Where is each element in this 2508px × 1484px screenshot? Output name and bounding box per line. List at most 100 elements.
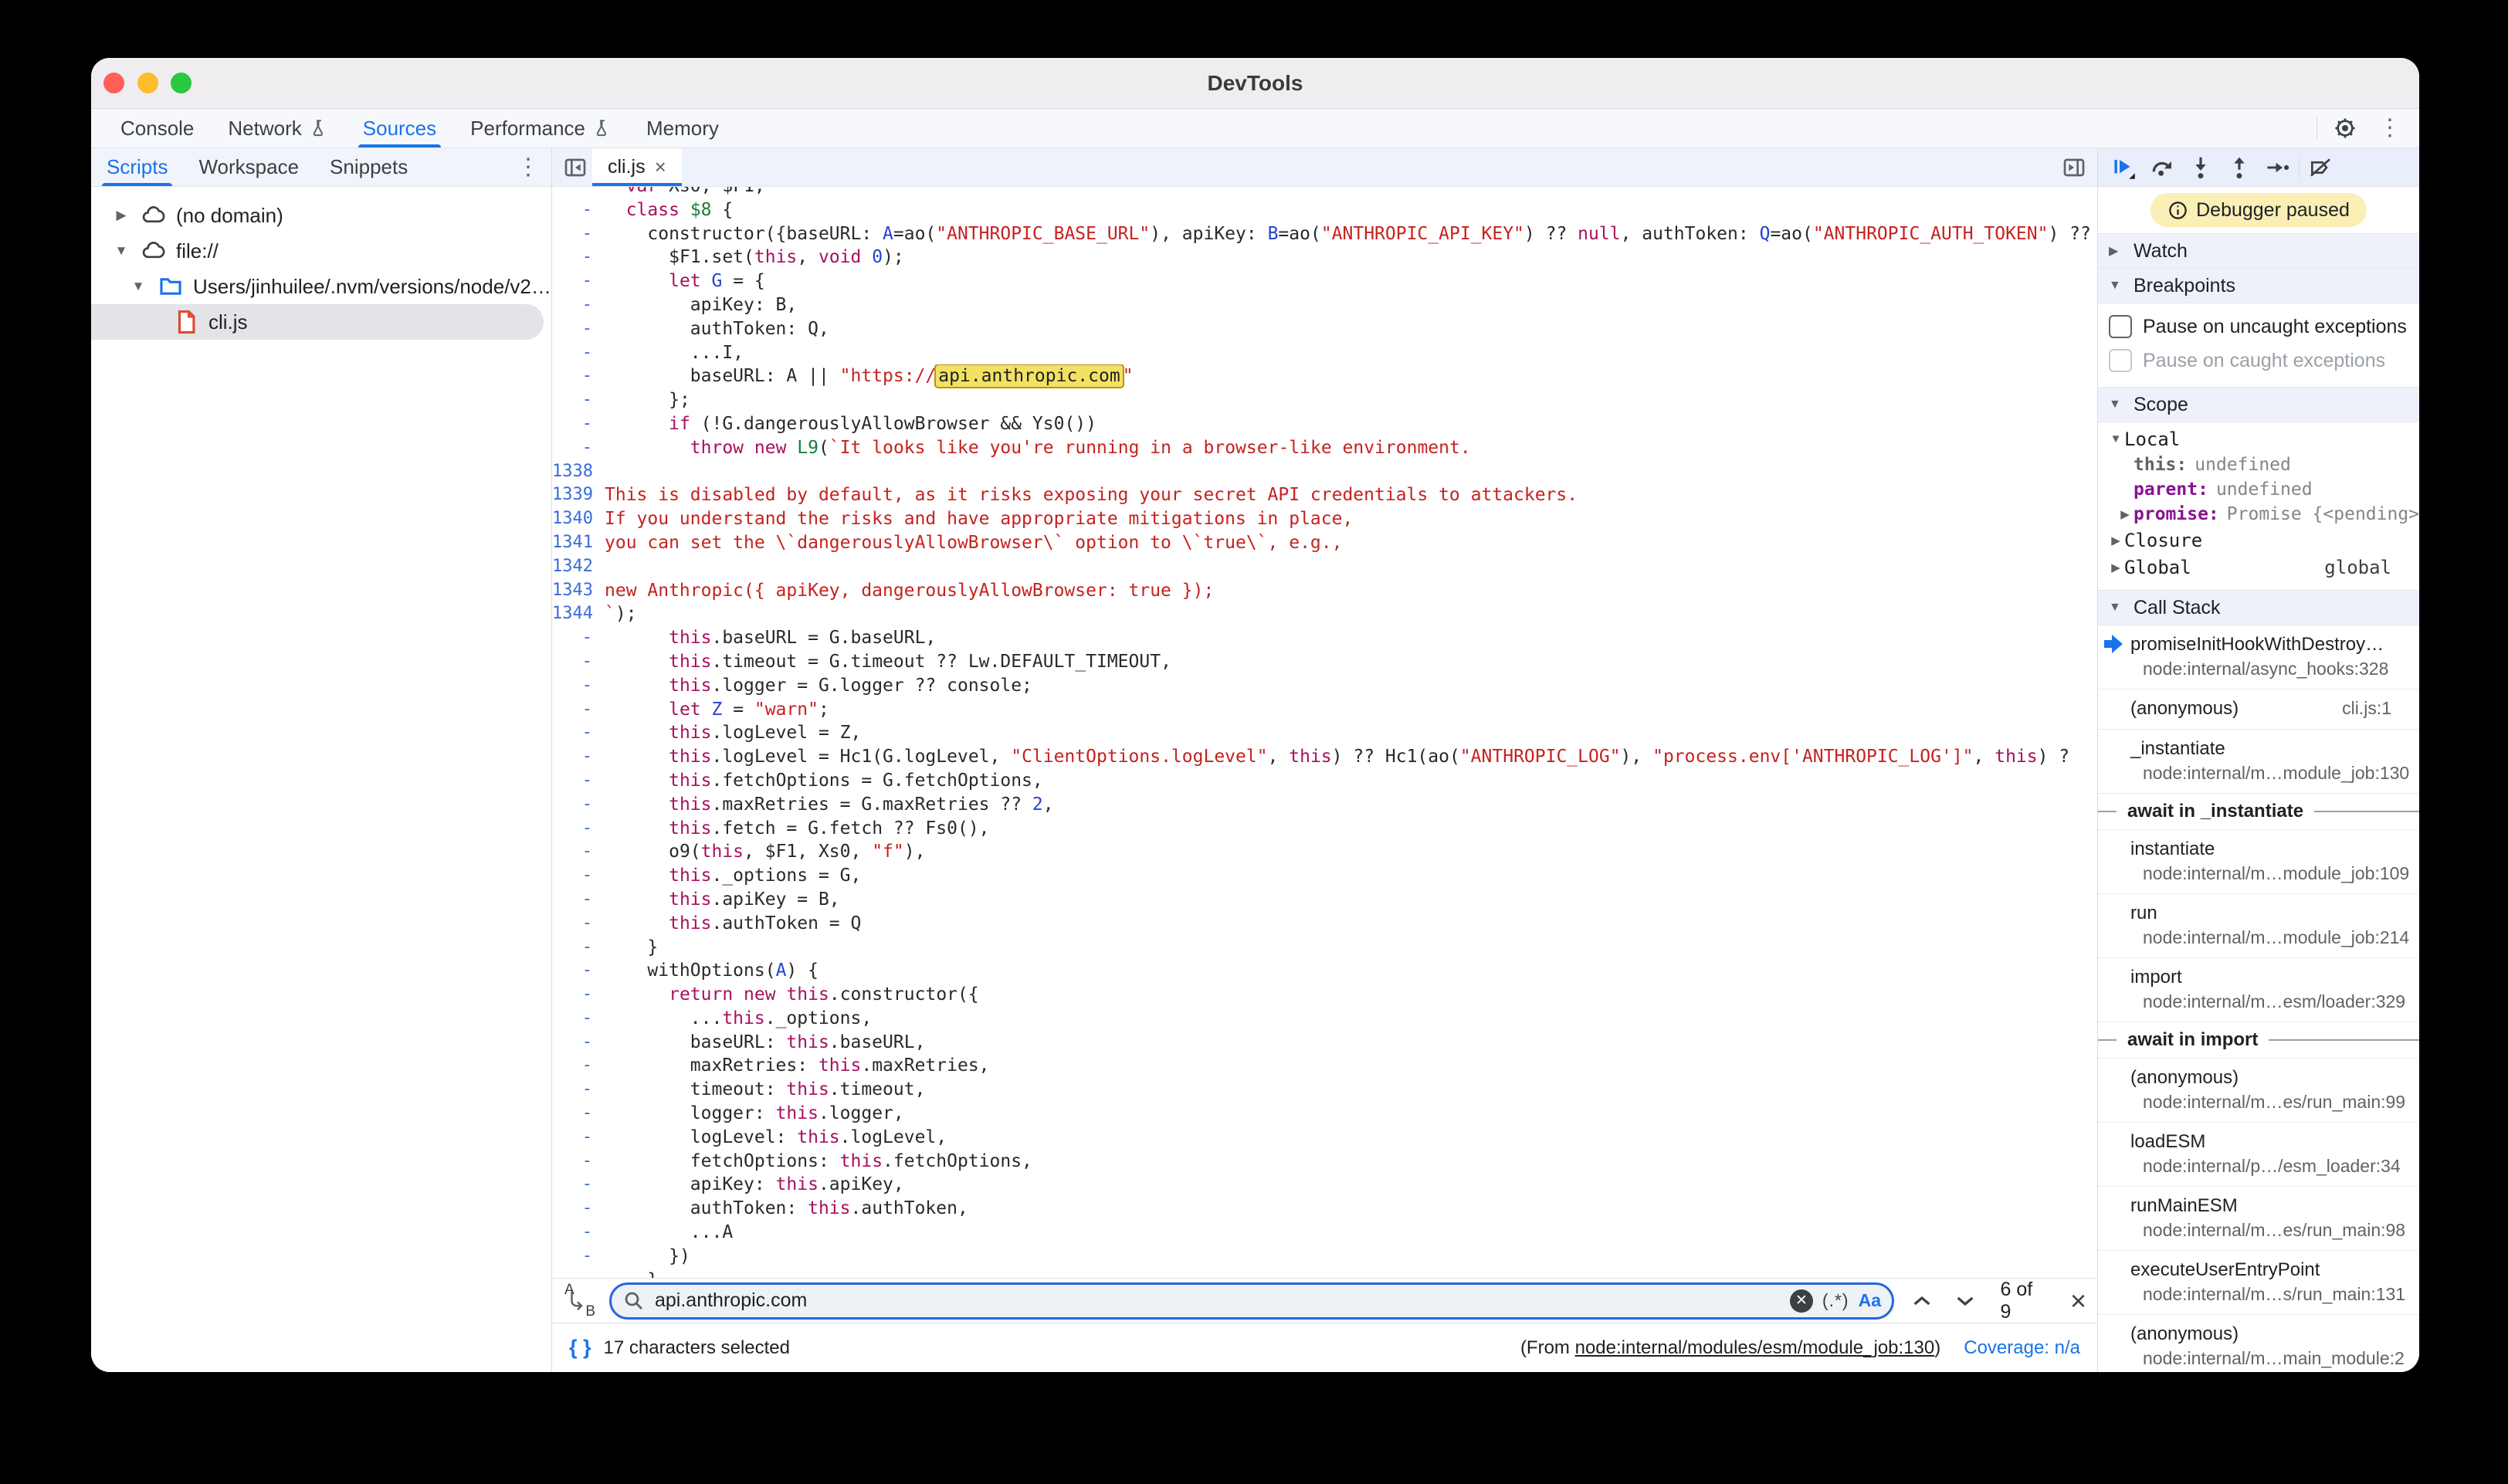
main-tab-performance[interactable]: Performance [453,109,629,147]
tree-item--no-domain-[interactable]: ▶(no domain) [91,198,551,233]
navigator-more-kebab-icon[interactable]: ⋮ [511,151,545,184]
line-gutter[interactable]: - [552,650,600,674]
line-gutter[interactable]: - [552,412,600,436]
line-gutter[interactable]: - [552,341,600,365]
code-line[interactable]: - if (!G.dangerouslyAllowBrowser && Ys0(… [552,412,2097,436]
tree-item-cli-js[interactable]: cli.js [91,304,544,340]
callstack-section-header[interactable]: ▼ Call Stack [2098,590,2419,625]
line-gutter[interactable]: - [552,1126,600,1150]
code-line[interactable]: - ...A [552,1221,2097,1245]
line-gutter[interactable]: - [552,364,600,388]
code-line[interactable]: - o9(this, $F1, Xs0, "f"), [552,840,2097,864]
line-gutter[interactable]: - [552,769,600,793]
deactivate-breakpoints-icon[interactable] [2303,151,2338,184]
code-line[interactable]: var Xs0, $F1; [552,187,2097,198]
main-tab-network[interactable]: Network [211,109,345,147]
call-stack-frame[interactable]: loadESMnode:internal/p…/esm_loader:34 [2098,1123,2419,1187]
code-line[interactable]: - this.timeout = G.timeout ?? Lw.DEFAULT… [552,650,2097,674]
chevron-right-icon[interactable]: ▶ [2107,561,2124,574]
settings-gear-icon[interactable] [2328,112,2362,144]
chevron-right-icon[interactable]: ▶ [111,208,131,223]
step-into-icon[interactable] [2183,151,2218,184]
code-line[interactable]: 1341you can set the \`dangerouslyAllowBr… [552,531,2097,555]
code-line[interactable]: 1342 [552,555,2097,579]
step-over-icon[interactable] [2144,151,2180,184]
line-gutter[interactable]: - [552,388,600,412]
tree-item-file-[interactable]: ▼file:// [91,233,551,269]
search-input[interactable]: api.anthropic.com ✕ (.*) Aa [609,1282,1894,1320]
code-line[interactable]: - let G = { [552,269,2097,293]
call-stack-frame[interactable]: importnode:internal/m…esm/loader:329 [2098,958,2419,1022]
code-line[interactable]: 1338 [552,460,2097,484]
line-gutter[interactable]: - [552,1054,600,1078]
line-gutter[interactable]: 1341 [552,531,600,555]
code-line[interactable]: - timeout: this.timeout, [552,1078,2097,1102]
line-gutter[interactable]: 1339 [552,483,600,507]
navigator-tab-scripts[interactable]: Scripts [91,148,183,186]
code-line[interactable]: 1343new Anthropic({ apiKey, dangerouslyA… [552,579,2097,603]
editor-tab-clijs[interactable]: cli.js × [592,148,682,186]
line-gutter[interactable]: - [552,793,600,817]
code-line[interactable]: - this._options = G, [552,864,2097,888]
code-line[interactable]: - authToken: this.authToken, [552,1197,2097,1221]
hide-debugger-sidebar-icon[interactable] [2057,151,2091,184]
code-line[interactable]: - this.apiKey = B, [552,888,2097,912]
resume-icon[interactable] [2106,151,2141,184]
line-gutter[interactable]: 1342 [552,555,600,579]
close-find-bar-icon[interactable]: × [2070,1287,2086,1315]
line-gutter[interactable]: - [552,721,600,745]
line-gutter[interactable]: 1340 [552,507,600,531]
line-gutter[interactable]: - [552,436,600,460]
code-line[interactable]: - this.authToken = Q [552,912,2097,936]
main-tab-sources[interactable]: Sources [346,109,453,147]
line-gutter[interactable]: - [552,1102,600,1126]
line-gutter[interactable]: - [552,1078,600,1102]
code-line[interactable]: - }; [552,388,2097,412]
source-mapping-link[interactable]: node:internal/modules/esm/module_job:130 [1575,1337,1935,1358]
code-line[interactable]: - ...I, [552,341,2097,365]
line-gutter[interactable]: - [552,1007,600,1031]
code-line[interactable]: - class $8 { [552,198,2097,222]
call-stack-frame[interactable]: promiseInitHookWithDestroyTr…node:intern… [2098,625,2419,689]
breakpoints-section-header[interactable]: ▼ Breakpoints [2098,269,2419,303]
code-line[interactable]: 1339This is disabled by default, as it r… [552,483,2097,507]
line-gutter[interactable]: - [552,198,600,222]
navigator-tab-workspace[interactable]: Workspace [183,148,314,186]
step-out-icon[interactable] [2222,151,2257,184]
code-line[interactable]: - let Z = "warn"; [552,698,2097,722]
code-line[interactable]: - } [552,1269,2097,1278]
line-gutter[interactable]: - [552,888,600,912]
chevron-right-icon[interactable]: ▶ [2117,507,2133,521]
line-gutter[interactable]: - [552,698,600,722]
hide-navigator-icon[interactable] [558,151,592,184]
line-gutter[interactable]: - [552,983,600,1007]
scope-group-closure[interactable]: ▶Closure [2098,527,2419,554]
code-line[interactable]: - this.logger = G.logger ?? console; [552,674,2097,698]
code-line[interactable]: 1344`); [552,602,2097,626]
checkbox[interactable] [2109,315,2132,338]
call-stack-frame[interactable]: runnode:internal/m…module_job:214 [2098,894,2419,958]
code-line[interactable]: - baseURL: this.baseURL, [552,1031,2097,1055]
code-line[interactable]: 1340If you understand the risks and have… [552,507,2097,531]
line-gutter[interactable]: - [552,864,600,888]
line-gutter[interactable]: - [552,1269,600,1278]
line-gutter[interactable]: - [552,1221,600,1245]
main-tab-memory[interactable]: Memory [629,109,736,147]
line-gutter[interactable]: - [552,1150,600,1174]
source-code-viewer[interactable]: var Xs0, $F1;- class $8 {- constructor({… [552,187,2097,1278]
match-case-toggle[interactable]: Aa [1859,1290,1881,1311]
previous-match-icon[interactable] [1906,1285,1937,1317]
line-gutter[interactable]: - [552,1031,600,1055]
line-gutter[interactable]: 1343 [552,579,600,603]
chevron-down-icon[interactable]: ▼ [2107,432,2124,446]
code-line[interactable]: - this.logLevel = Hc1(G.logLevel, "Clien… [552,745,2097,769]
chevron-down-icon[interactable]: ▼ [128,279,148,294]
watch-section-header[interactable]: ▶ Watch [2098,233,2419,269]
line-gutter[interactable]: 1338 [552,460,600,484]
line-gutter[interactable]: - [552,936,600,960]
line-gutter[interactable]: - [552,959,600,983]
more-options-kebab-icon[interactable]: ⋮ [2373,112,2407,144]
code-line[interactable]: - this.logLevel = Z, [552,721,2097,745]
code-line[interactable]: - throw new L9(`It looks like you're run… [552,436,2097,460]
line-gutter[interactable]: - [552,912,600,936]
